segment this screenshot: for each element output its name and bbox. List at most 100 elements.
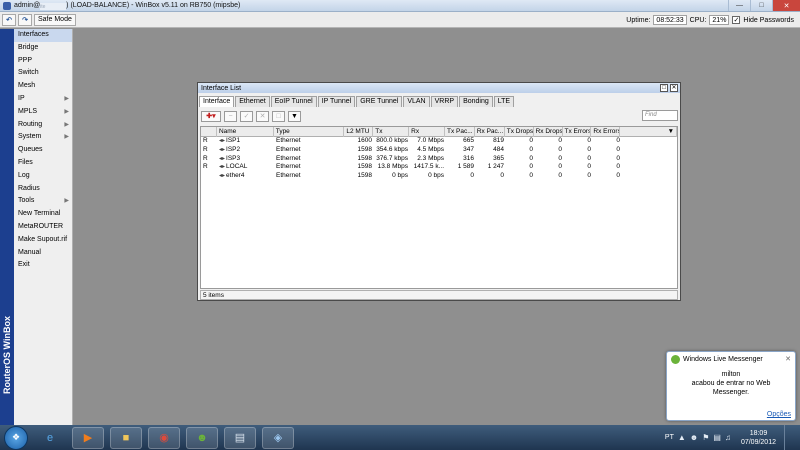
tab-interface[interactable]: Interface — [199, 96, 235, 107]
filter-button[interactable]: ▼ — [288, 110, 301, 122]
table-row[interactable]: R ◂▸ISP3 Ethernet 1598 376.7 kbps 2.3 Mbps 316… — [201, 155, 677, 164]
taskbar-notepad[interactable]: ▤ — [224, 426, 256, 449]
tray-flag-icon[interactable]: ⚑ — [702, 433, 709, 442]
enable-button[interactable]: ✓ — [240, 110, 253, 122]
taskbar-explorer[interactable]: ■ — [110, 426, 142, 449]
column-header[interactable]: Tx — [373, 127, 410, 137]
table-row[interactable]: R ◂▸LOCAL Ethernet 1598 13.8 Mbps 1417.5 k...… — [201, 163, 677, 172]
column-header[interactable]: Rx Errors — [591, 127, 621, 137]
cell-l2mtu: 1598 — [357, 145, 372, 153]
submenu-arrow-icon: ▶ — [64, 198, 69, 205]
sidebar-item-ip[interactable]: IP ▶ — [14, 93, 72, 106]
taskbar-ie[interactable]: e — [34, 427, 66, 449]
window-titlebar: admin@ite) (LOAD-BALANCE) - WinBox v5.11… — [0, 0, 800, 12]
taskbar-messenger[interactable]: ☻ — [186, 426, 218, 449]
sidebar-item-routing[interactable]: Routing ▶ — [14, 119, 72, 132]
table-row[interactable]: R ◂▸ISP2 Ethernet 1598 354.6 kbps 4.5 Mbps 347… — [201, 146, 677, 155]
tab-vrrp[interactable]: VRRP — [430, 96, 459, 107]
tab-ip-tunnel[interactable]: IP Tunnel — [317, 96, 356, 107]
column-header[interactable]: L2 MTU — [344, 127, 374, 137]
tray-network-icon[interactable]: ▤ — [713, 433, 721, 442]
sidebar-item-label: New Terminal — [18, 210, 61, 218]
column-header[interactable] — [201, 127, 217, 137]
sidebar-item-label: Interfaces — [18, 31, 49, 38]
column-header[interactable]: Tx Pac... — [445, 127, 475, 137]
hide-passwords-checkbox[interactable]: ✓ — [732, 16, 741, 24]
taskbar: ❖ e ▶ ■ ◉ ☻ ▤ ◈ PT ▲ ☻ ⚑ ▤ ♫ 18:09 07/09… — [0, 425, 800, 450]
add-button[interactable]: ✚▾ — [201, 110, 221, 122]
notification-options-link[interactable]: Opções — [767, 411, 791, 418]
close-button[interactable]: ✕ — [772, 0, 800, 11]
cell-txe: 0 — [587, 137, 591, 144]
sidebar-item-new-terminal[interactable]: New Terminal — [14, 208, 72, 221]
undo-button[interactable]: ↶ — [2, 13, 16, 26]
clock[interactable]: 18:09 07/09/2012 — [741, 429, 776, 447]
column-header[interactable]: Name — [217, 127, 274, 137]
column-header[interactable]: Rx — [409, 127, 445, 137]
cell-name: ◂▸ISP3 — [217, 155, 274, 164]
uptime-label: Uptime: — [626, 16, 651, 24]
remove-button[interactable]: − — [224, 110, 237, 122]
comment-button[interactable]: □ — [272, 110, 285, 122]
sidebar-item-files[interactable]: Files — [14, 157, 72, 170]
find-input[interactable]: Find — [642, 110, 678, 121]
disable-button[interactable]: ✕ — [256, 110, 269, 122]
window-close-button[interactable]: ✕ — [670, 84, 678, 92]
maximize-button[interactable]: □ — [750, 0, 772, 11]
sidebar-item-make-supout-rif[interactable]: Make Supout.rif — [14, 234, 72, 247]
brand-label: RouterOS WinBox — [2, 316, 12, 394]
column-chooser-icon[interactable]: ▼ — [620, 127, 678, 137]
notification-line-2: acabou de entrar no Web — [691, 380, 771, 387]
interface-icon: ◂▸ — [219, 138, 226, 144]
tab-bonding[interactable]: Bonding — [459, 96, 493, 107]
sidebar-item-queues[interactable]: Queues — [14, 144, 72, 157]
safe-mode-button[interactable]: Safe Mode — [34, 13, 76, 26]
tab-lte[interactable]: LTE — [493, 96, 515, 107]
interface-list-titlebar[interactable]: Interface List — [198, 83, 680, 93]
language-indicator[interactable]: PT — [665, 434, 674, 441]
sidebar-item-bridge[interactable]: Bridge — [14, 42, 72, 55]
column-header[interactable]: Tx Drops — [505, 127, 534, 137]
sidebar-item-mesh[interactable]: Mesh — [14, 80, 72, 93]
start-button[interactable]: ❖ — [4, 425, 28, 450]
sidebar-item-switch[interactable]: Switch — [14, 67, 72, 80]
column-header[interactable]: Tx Errors — [563, 127, 592, 137]
media-player-icon: ▶ — [83, 432, 93, 444]
sidebar-item-exit[interactable]: Exit — [14, 259, 72, 272]
cell-rxe: 0 — [616, 172, 620, 180]
column-header[interactable]: Type — [274, 127, 345, 137]
sidebar-item-metarouter[interactable]: MetaROUTER — [14, 221, 72, 234]
tray-volume-icon[interactable]: ♫ — [725, 433, 731, 442]
show-desktop-button[interactable] — [784, 425, 792, 450]
tab-ethernet[interactable]: Ethernet — [235, 96, 270, 107]
taskbar-winbox[interactable]: ◈ — [262, 426, 294, 449]
cell-rxp: 484 — [493, 145, 504, 153]
taskbar-media-player[interactable]: ▶ — [72, 426, 104, 449]
minimize-button[interactable]: — — [728, 0, 750, 11]
notification-close-icon[interactable]: ✕ — [785, 355, 791, 363]
column-header[interactable]: Rx Drops — [534, 127, 563, 137]
tab-vlan[interactable]: VLAN — [403, 96, 430, 107]
sidebar-item-system[interactable]: System ▶ — [14, 131, 72, 144]
sidebar-item-tools[interactable]: Tools ▶ — [14, 195, 72, 208]
tab-eoip-tunnel[interactable]: EoIP Tunnel — [270, 96, 317, 107]
cell-rxp: 819 — [493, 137, 504, 144]
sidebar-item-mpls[interactable]: MPLS ▶ — [14, 106, 72, 119]
redo-button[interactable]: ↷ — [18, 13, 32, 26]
messenger-taskbar-icon: ☻ — [196, 431, 208, 444]
messenger-notification[interactable]: Windows Live Messenger ✕ milton acabou d… — [666, 351, 796, 421]
taskbar-chrome[interactable]: ◉ — [148, 426, 180, 449]
table-row[interactable]: R ◂▸ISP1 Ethernet 1600 800.0 kbps 7.0 Mbps 665… — [201, 137, 677, 146]
window-restore-button[interactable]: □ — [660, 84, 668, 92]
winbox-app-icon — [3, 1, 11, 10]
tray-expand-icon[interactable]: ▲ — [678, 433, 686, 442]
sidebar-item-ppp[interactable]: PPP — [14, 55, 72, 68]
sidebar-item-interfaces[interactable]: Interfaces — [14, 29, 72, 42]
tray-messenger-icon[interactable]: ☻ — [690, 433, 698, 442]
tab-gre-tunnel[interactable]: GRE Tunnel — [356, 96, 403, 107]
table-row[interactable]: ◂▸ether4 Ethernet 1598 0 bps 0 bps 0 0 0 0 0 0 — [201, 172, 677, 181]
column-header[interactable]: Rx Pac... — [475, 127, 505, 137]
sidebar-item-manual[interactable]: Manual — [14, 247, 72, 260]
sidebar-item-log[interactable]: Log — [14, 170, 72, 183]
sidebar-item-radius[interactable]: Radius — [14, 183, 72, 196]
